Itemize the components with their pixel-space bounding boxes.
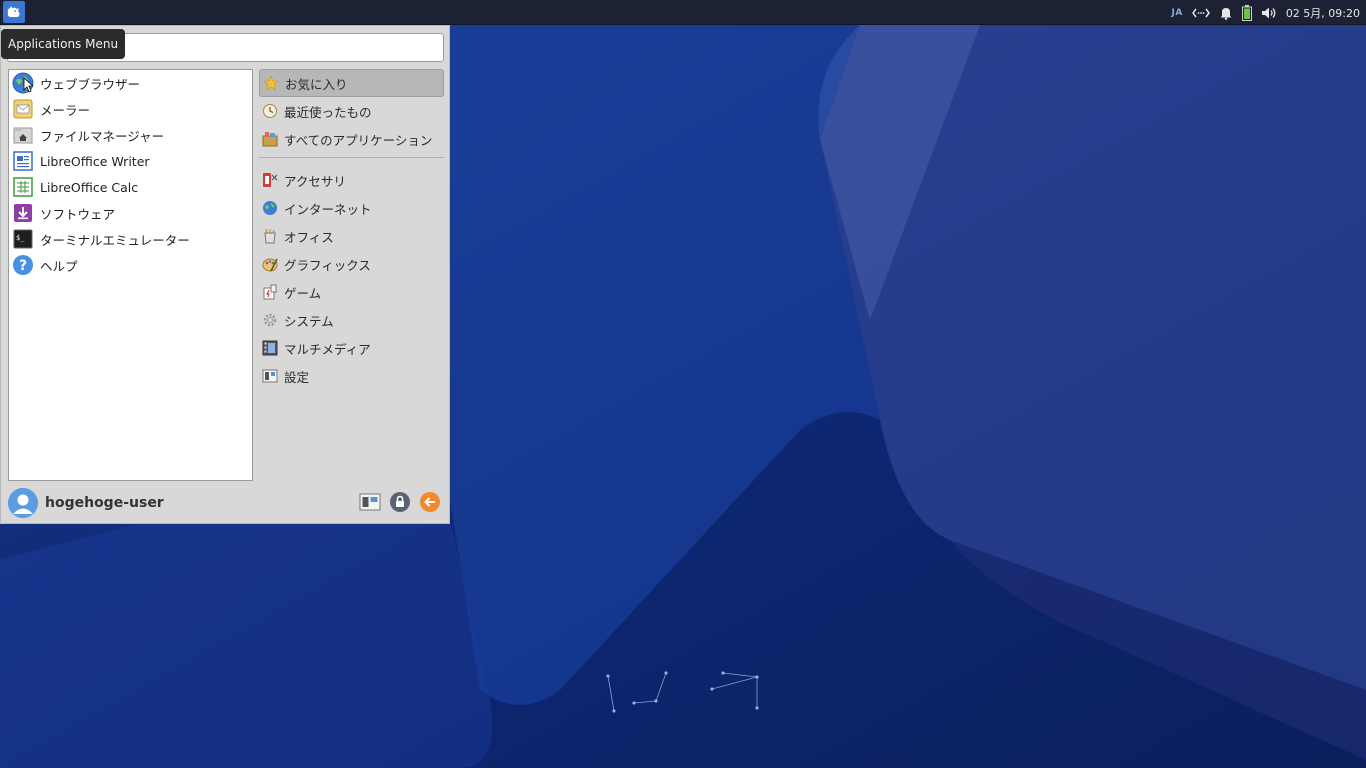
battery-icon[interactable] <box>1241 4 1252 21</box>
favorite-label: ウェブブラウザー <box>40 76 141 92</box>
applications-menu-tooltip: Applications Menu <box>1 29 126 59</box>
category-graphics[interactable]: グラフィックス <box>259 250 444 278</box>
favorite-software[interactable]: ソフトウェア <box>9 200 252 226</box>
favorite-libreoffice-calc[interactable]: LibreOffice Calc <box>9 174 252 200</box>
system-tray: JA 02 5月, 09:20 <box>1171 0 1366 25</box>
avatar <box>8 488 38 518</box>
category-label: 設定 <box>284 369 310 385</box>
svg-text:?: ? <box>19 258 27 274</box>
star-icon <box>262 74 280 92</box>
settings-manager-button[interactable] <box>359 491 381 513</box>
category-label: お気に入り <box>285 76 348 92</box>
category-list: お気に入り 最近使ったもの すべてのアプリケーション アクセサリ インターネット… <box>259 69 444 390</box>
category-separator <box>259 157 444 158</box>
network-icon[interactable] <box>1191 7 1210 19</box>
logout-arrow-icon <box>420 492 440 512</box>
category-label: すべてのアプリケーション <box>284 132 433 148</box>
favorite-label: メーラー <box>40 102 91 118</box>
favorite-libreoffice-writer[interactable]: LibreOffice Writer <box>9 148 252 174</box>
category-label: グラフィックス <box>284 257 371 273</box>
category-label: インターネット <box>284 201 372 217</box>
category-recent[interactable]: 最近使ったもの <box>259 97 444 125</box>
favorite-label: ヘルプ <box>40 258 78 274</box>
username: hogehoge-user <box>45 495 164 511</box>
mouse-cursor-icon <box>23 77 33 93</box>
logout-button[interactable] <box>419 491 441 513</box>
top-panel: JA 02 5月, 09:20 <box>0 0 1366 25</box>
office-icon <box>261 227 279 245</box>
lock-screen-button[interactable] <box>389 491 411 513</box>
internet-icon <box>261 199 279 217</box>
favorite-label: ターミナルエミュレーター <box>40 232 190 248</box>
svg-text:$_: $_ <box>16 234 25 242</box>
category-label: オフィス <box>284 229 334 245</box>
applications-menu: ウェブブラウザー メーラー ファイルマネージャー LibreOffice Wri… <box>0 25 450 524</box>
favorite-label: ソフトウェア <box>40 206 116 222</box>
category-label: アクセサリ <box>284 173 346 189</box>
menu-actions <box>351 491 441 513</box>
clock[interactable]: 02 5月, 09:20 <box>1286 5 1360 21</box>
favorite-web-browser[interactable]: ウェブブラウザー <box>9 70 252 96</box>
category-label: マルチメディア <box>284 341 371 357</box>
notification-bell-icon[interactable] <box>1219 6 1233 20</box>
favorite-label: LibreOffice Calc <box>40 179 139 195</box>
category-label: 最近使ったもの <box>284 104 372 120</box>
favorite-terminal[interactable]: $_ ターミナルエミュレーター <box>9 226 252 252</box>
favorites-list: ウェブブラウザー メーラー ファイルマネージャー LibreOffice Wri… <box>8 69 253 481</box>
favorite-label: ファイルマネージャー <box>40 128 165 144</box>
keyboard-layout-indicator[interactable]: JA <box>1171 8 1182 18</box>
favorite-help[interactable]: ? ヘルプ <box>9 252 252 278</box>
mail-icon <box>12 98 34 120</box>
category-games[interactable]: ゲーム <box>259 278 444 306</box>
category-internet[interactable]: インターネット <box>259 194 444 222</box>
system-icon <box>261 311 279 329</box>
writer-icon <box>12 150 34 172</box>
applications-menu-button[interactable] <box>3 1 25 23</box>
favorite-mail[interactable]: メーラー <box>9 96 252 122</box>
settings-icon <box>261 367 279 385</box>
help-icon: ? <box>12 254 34 276</box>
category-multimedia[interactable]: マルチメディア <box>259 334 444 362</box>
lock-icon <box>390 492 410 512</box>
category-label: システム <box>284 313 334 329</box>
volume-icon[interactable] <box>1261 6 1277 20</box>
category-label: ゲーム <box>284 285 322 301</box>
calc-icon <box>12 176 34 198</box>
user-avatar-icon <box>8 488 38 518</box>
category-all-applications[interactable]: すべてのアプリケーション <box>259 125 444 153</box>
multimedia-icon <box>261 339 279 357</box>
games-icon <box>261 283 279 301</box>
category-favorites[interactable]: お気に入り <box>259 69 444 97</box>
all-apps-icon <box>261 130 279 148</box>
graphics-icon <box>261 255 279 273</box>
category-office[interactable]: オフィス <box>259 222 444 250</box>
software-icon <box>12 202 34 224</box>
user-bar: hogehoge-user <box>8 487 445 519</box>
category-accessories[interactable]: アクセサリ <box>259 166 444 194</box>
category-system[interactable]: システム <box>259 306 444 334</box>
accessories-icon <box>261 171 279 189</box>
terminal-icon: $_ <box>12 228 34 250</box>
favorite-label: LibreOffice Writer <box>40 153 150 169</box>
favorite-file-manager[interactable]: ファイルマネージャー <box>9 122 252 148</box>
recent-icon <box>261 102 279 120</box>
xfce-mouse-icon <box>7 6 20 17</box>
category-settings[interactable]: 設定 <box>259 362 444 390</box>
file-manager-icon <box>12 124 34 146</box>
settings-manager-icon <box>359 493 381 511</box>
